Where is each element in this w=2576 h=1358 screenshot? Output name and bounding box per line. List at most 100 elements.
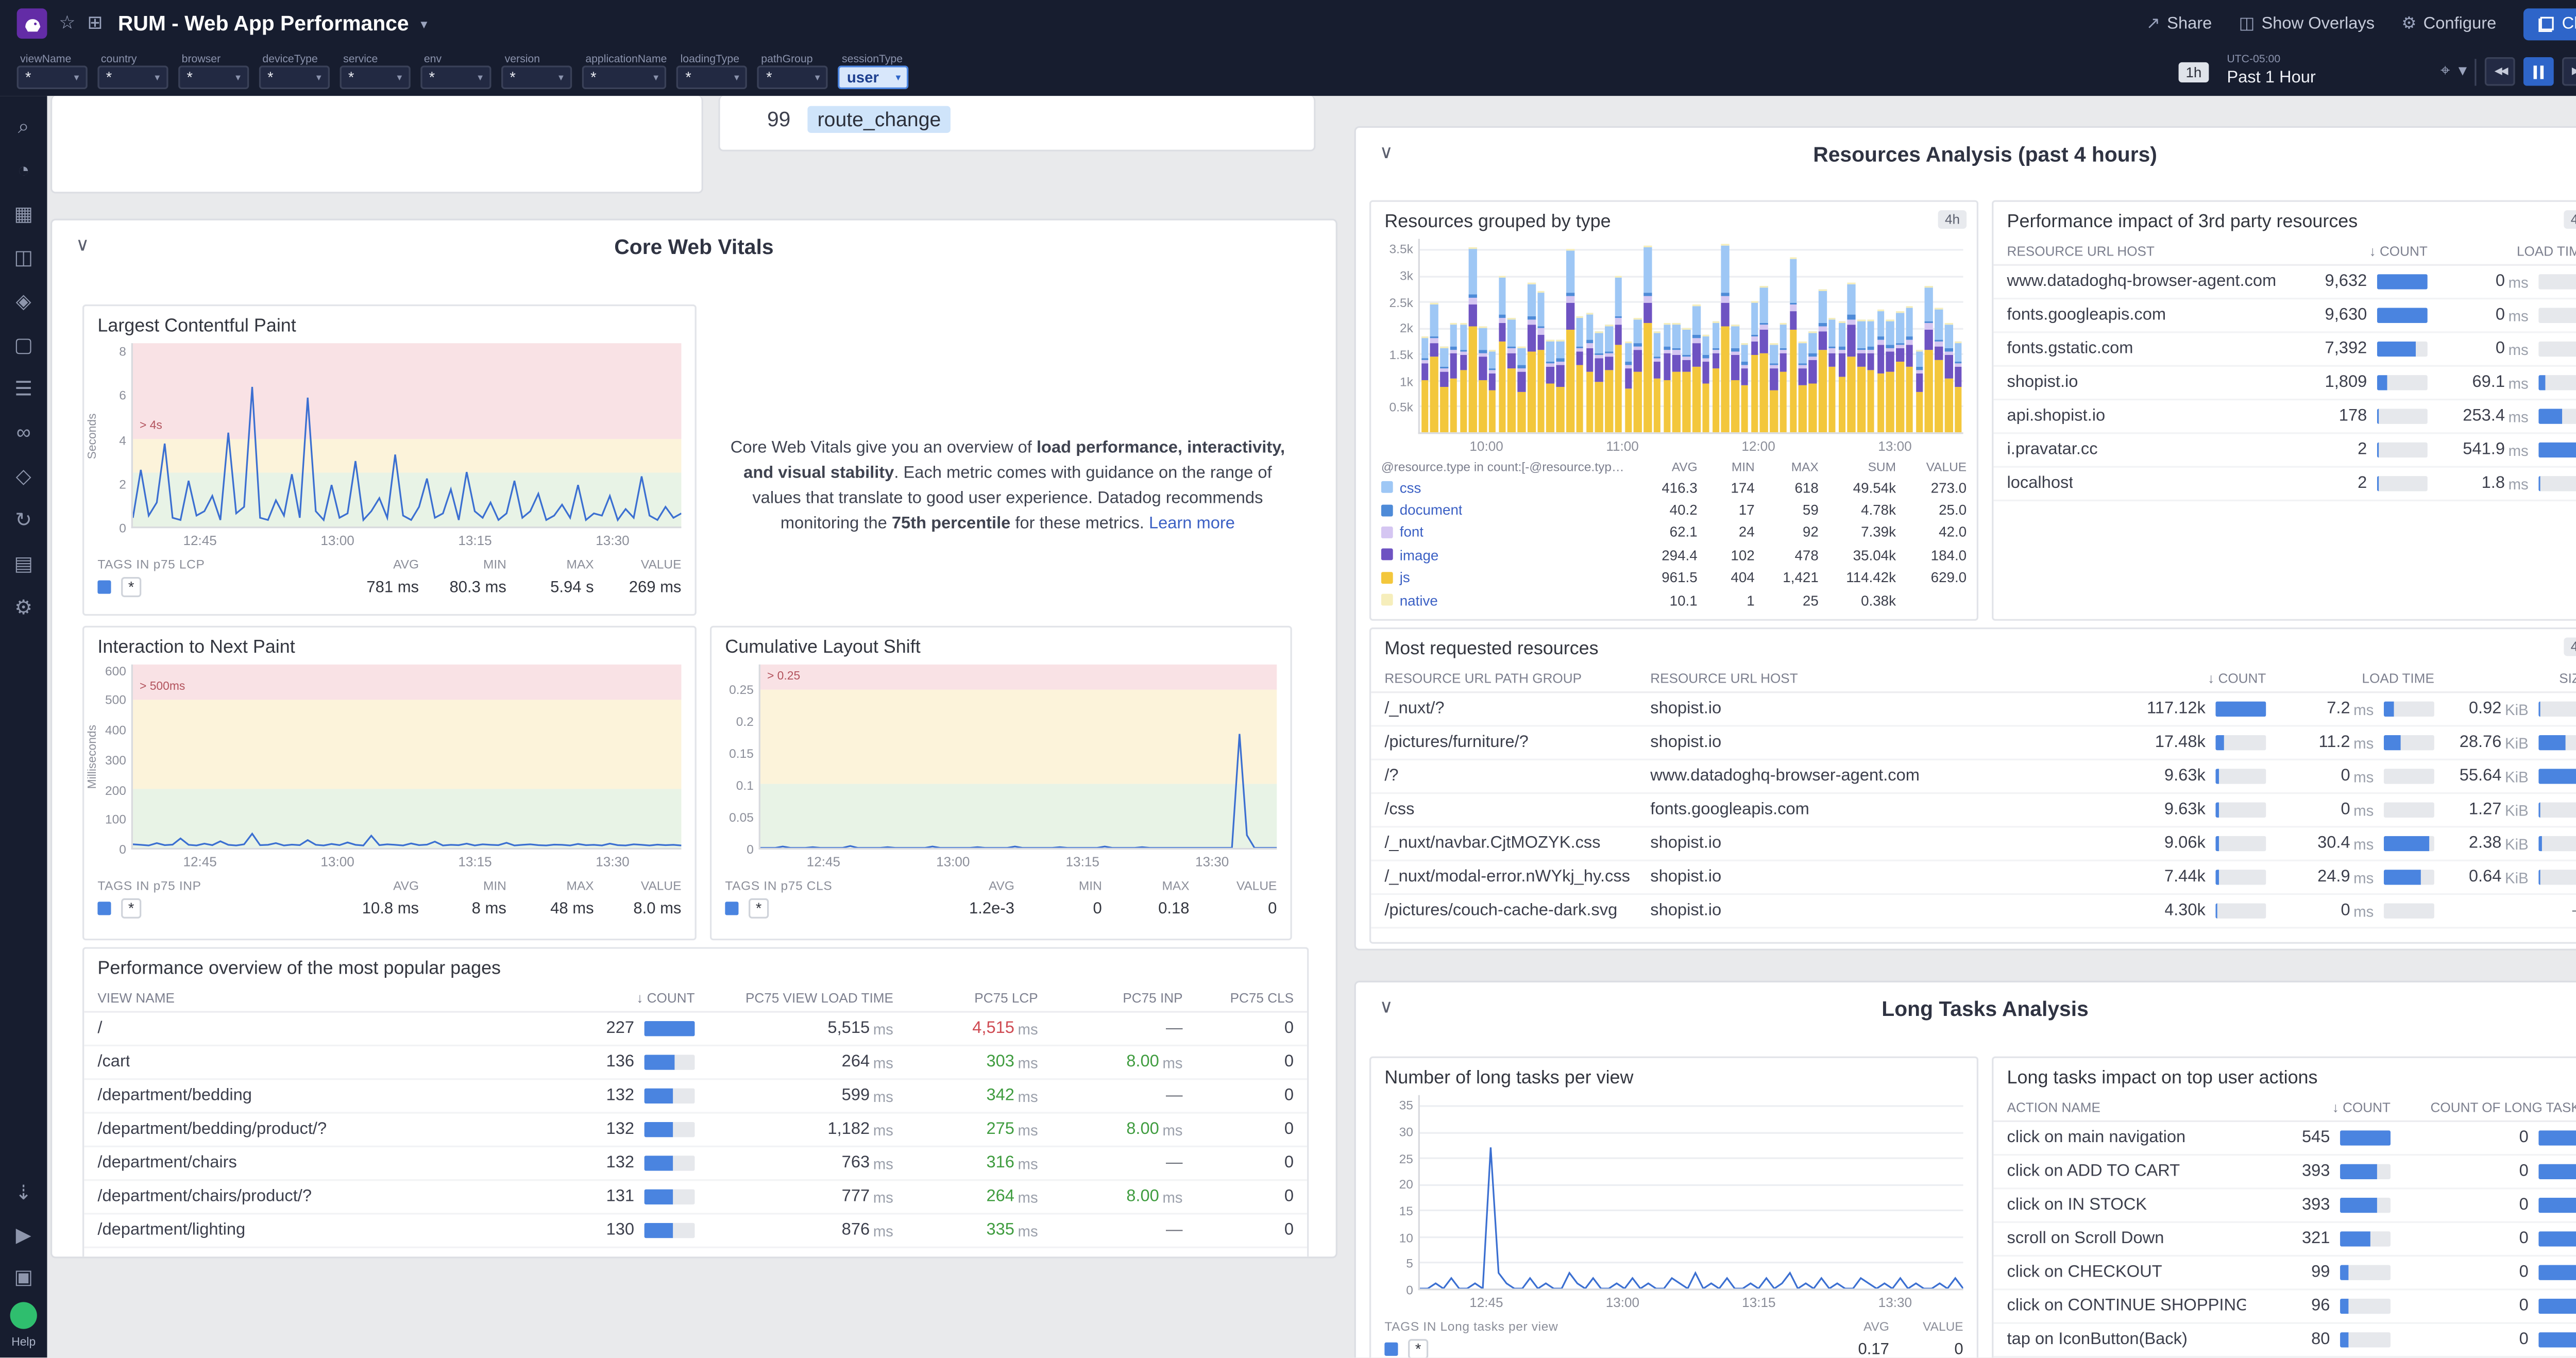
table-row[interactable]: fonts.googleapis.com9,6300ms (1993, 299, 2576, 333)
time-backward-button[interactable]: ◀◀ (2485, 57, 2516, 86)
legend-value: AVG (331, 878, 419, 893)
table-row[interactable]: font62.124927.39k42.0 (1371, 521, 1977, 544)
learn-more-link[interactable]: Learn more (1149, 515, 1235, 533)
table-row[interactable]: /2275,515ms4,515ms—0 (84, 1013, 1307, 1046)
template-variable-version[interactable]: version*▾ (501, 54, 572, 89)
table-row[interactable]: /?www.datadoghq-browser-agent.com9.63k0m… (1371, 760, 2576, 794)
clone-button[interactable]: Clone (2523, 8, 2576, 40)
table-row[interactable]: css416.317461849.54k273.0 (1371, 476, 1977, 499)
watchdog-icon[interactable]: ◔ (0, 153, 47, 186)
notebooks-icon[interactable]: ▤ (0, 547, 47, 580)
table-row[interactable]: scroll on Scroll Down3210 (1993, 1223, 2576, 1257)
template-variable-loadingType[interactable]: loadingType*▾ (677, 54, 748, 89)
template-variable-deviceType[interactable]: deviceType*▾ (259, 54, 330, 89)
template-variable-country[interactable]: country*▾ (97, 54, 168, 89)
template-variable-applicationName[interactable]: applicationName*▾ (582, 54, 667, 89)
table-row[interactable]: document40.217594.78k25.0 (1371, 499, 1977, 521)
metrics-icon[interactable]: ▦ (0, 197, 47, 230)
table-row[interactable]: click on CHECKOUT990 (1993, 1257, 2576, 1290)
table-row[interactable]: /pictures/furniture/?shopist.io17.48k11.… (1371, 727, 2576, 760)
table-row[interactable]: /_nuxt/navbar.CjtMOZYK.cssshopist.io9.06… (1371, 828, 2576, 861)
axis-tick: 10 (1399, 1230, 1413, 1245)
lcp-chart[interactable]: > 4s (131, 343, 682, 528)
legend-value: 80.3 ms (419, 578, 506, 597)
configure-button[interactable]: ⚙Configure (2401, 14, 2496, 33)
legend-key[interactable]: * (121, 898, 141, 919)
legend-key[interactable]: * (121, 577, 141, 597)
apm-icon[interactable]: ◈ (0, 284, 47, 318)
downloads-icon[interactable]: ⇣ (0, 1176, 47, 1210)
legend-swatch (97, 902, 111, 915)
legend-key[interactable]: * (749, 898, 769, 919)
time-chevron-down-icon[interactable]: ▾ (2459, 62, 2467, 81)
integrations-icon[interactable]: ⚙ (0, 590, 47, 624)
legend-value: 8 ms (419, 899, 506, 918)
template-variable-sessionType[interactable]: sessionTypeuser▾ (839, 54, 909, 89)
user-avatar[interactable] (10, 1302, 37, 1329)
datadog-dashboard: ☆ ⊞ RUM - Web App Performance ▾ ↗Share ◫… (0, 0, 2576, 1358)
title-chevron-down-icon[interactable]: ▾ (420, 16, 427, 31)
show-overlays-button[interactable]: ◫Show Overlays (2239, 14, 2375, 33)
table-row[interactable]: click on IN STOCK3930 (1993, 1190, 2576, 1223)
search-icon[interactable]: ⌕ (0, 109, 47, 143)
event-name-chip[interactable]: route_change (807, 106, 951, 133)
time-controls: 1h UTC-05:00 Past 1 Hour ⌖ ▾ ◀◀ ▶▶ ⌕ (2179, 54, 2576, 89)
table-row[interactable]: /department/lighting130876ms335ms—0 (84, 1215, 1307, 1248)
section-title: Resources Analysis (past 4 hours) (1356, 143, 2576, 167)
pause-button[interactable] (2524, 57, 2554, 86)
legend-value: 0 (1014, 899, 1102, 918)
favorite-star-icon[interactable]: ☆ (59, 14, 75, 33)
table-row[interactable]: api.shopist.io178253.4ms (1993, 400, 2576, 434)
table-row[interactable]: native10.11250.38k (1371, 589, 1977, 612)
ci-icon[interactable]: ↻ (0, 503, 47, 536)
table-row[interactable]: click on ADD TO CART3930 (1993, 1156, 2576, 1189)
cls-chart[interactable]: > 0.25 (759, 665, 1277, 850)
table-row[interactable]: www.datadoghq-browser-agent.com9,6320ms (1993, 266, 2576, 299)
table-row[interactable]: fonts.gstatic.com7,3920ms (1993, 333, 2576, 367)
table-row[interactable]: /_nuxt/modal-error.nWYkj_hy.cssshopist.i… (1371, 861, 2576, 895)
inp-chart[interactable]: > 500ms (131, 665, 682, 850)
help-label[interactable]: Help (11, 1338, 36, 1350)
table-row[interactable]: image294.410247835.04k184.0 (1371, 544, 1977, 566)
table-row[interactable]: click on main navigation5450 (1993, 1122, 2576, 1156)
table-row[interactable]: tap on IconButton(Back)800 (1993, 1324, 2576, 1357)
template-variable-service[interactable]: service*▾ (340, 54, 411, 89)
dashboard-title: RUM - Web App Performance (118, 12, 409, 36)
organization-icon[interactable]: ▣ (0, 1261, 47, 1294)
table-row[interactable]: /_nuxt/?shopist.io117.12k7.2ms0.92KiB (1371, 693, 2576, 726)
infrastructure-icon[interactable]: ◫ (0, 241, 47, 274)
table-row[interactable]: shopist.io1,80969.1ms (1993, 367, 2576, 400)
table-row[interactable]: click on CONTINUE SHOPPING960 (1993, 1290, 2576, 1323)
template-variable-env[interactable]: env*▾ (420, 54, 491, 89)
table-row[interactable]: /department/bedding/product/?1321,182ms2… (84, 1114, 1307, 1147)
table-row[interactable]: i.pravatar.cc2541.9ms (1993, 434, 2576, 467)
table-row[interactable]: /cart136264ms303ms8.00ms0 (84, 1046, 1307, 1080)
table-row[interactable]: localhost21.8ms (1993, 468, 2576, 501)
time-forward-button[interactable]: ▶▶ (2563, 57, 2576, 86)
synthetics-icon[interactable]: ∞ (0, 416, 47, 449)
table-row[interactable]: /department/chairs132763ms316ms—0 (84, 1147, 1307, 1181)
time-range-chip[interactable]: 1h (2179, 61, 2208, 81)
long-tasks-chart[interactable] (1418, 1095, 1963, 1291)
table-row[interactable]: /cssfonts.googleapis.com9.63k0ms1.27KiB (1371, 794, 2576, 827)
table-row[interactable]: js961.54041,421114.42k629.0 (1371, 566, 1977, 589)
template-variable-viewName[interactable]: viewName*▾ (17, 54, 88, 89)
releases-icon[interactable]: ▶ (0, 1218, 47, 1252)
logs-icon[interactable]: ☰ (0, 372, 47, 405)
table-row[interactable]: /department/bedding132599ms342ms—0 (84, 1080, 1307, 1113)
legend-key[interactable]: * (1408, 1339, 1428, 1358)
template-variable-browser[interactable]: browser*▾ (178, 54, 249, 89)
table-row[interactable]: /pictures/couch-cache-dark.svgshopist.io… (1371, 895, 2576, 928)
time-range-picker[interactable]: UTC-05:00 Past 1 Hour (2217, 54, 2432, 89)
axis-tick: 8 (119, 345, 126, 360)
datadog-logo-icon[interactable] (17, 8, 47, 39)
share-button[interactable]: ↗Share (2146, 14, 2212, 33)
table-row[interactable]: /department/chairs/product/?131777ms264m… (84, 1181, 1307, 1214)
rum-icon[interactable]: ▢ (0, 328, 47, 362)
security-icon[interactable]: ◇ (0, 459, 47, 493)
pin-icon[interactable]: ⌖ (2441, 62, 2450, 81)
dashboard-grid-icon: ⊞ (87, 14, 103, 33)
template-variable-pathGroup[interactable]: pathGroup*▾ (758, 54, 828, 89)
legend-value: 0 (1190, 899, 1277, 918)
resources-by-type-chart[interactable] (1418, 239, 1963, 434)
